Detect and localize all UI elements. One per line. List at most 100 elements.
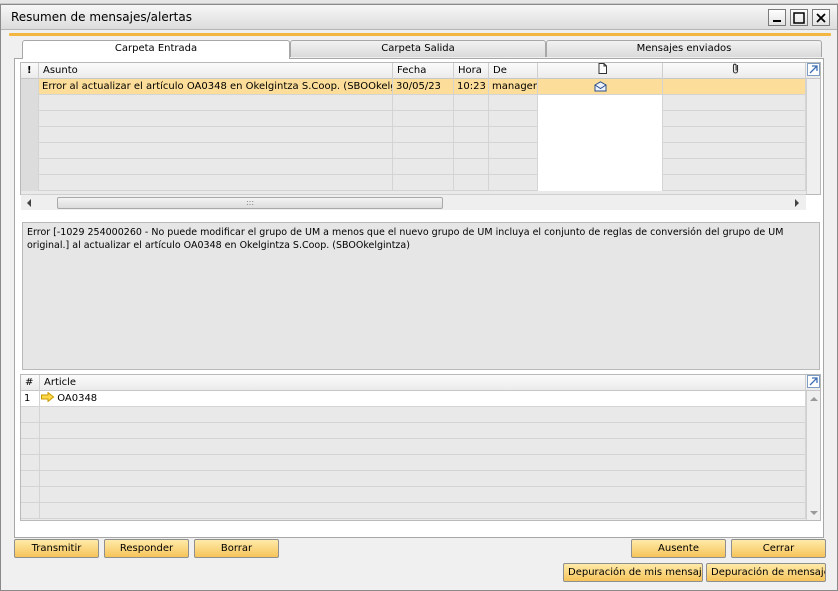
maximize-icon	[793, 11, 805, 24]
messages-horizontal-scrollbar[interactable]: :::	[21, 194, 806, 210]
column-index[interactable]: #	[21, 375, 40, 391]
empty-cell	[39, 111, 393, 127]
row-selector[interactable]	[21, 127, 39, 143]
purge-messages-button[interactable]: Depuración de mensajes/	[706, 563, 826, 582]
empty-cell	[538, 175, 663, 191]
empty-cell	[454, 111, 489, 127]
empty-cell	[538, 95, 663, 111]
column-attachment[interactable]	[663, 63, 806, 79]
scroll-left-icon[interactable]	[25, 198, 33, 208]
empty-cell	[21, 423, 40, 439]
row-selector[interactable]	[21, 143, 39, 159]
article-index: 1	[21, 391, 40, 407]
row-selector[interactable]	[21, 175, 39, 191]
column-hora[interactable]: Hora	[454, 63, 489, 79]
articles-vertical-scrollbar[interactable]	[806, 391, 820, 520]
maximize-button[interactable]	[790, 9, 808, 26]
empty-cell	[489, 95, 538, 111]
empty-cell	[21, 503, 40, 519]
tab-carpeta-entrada[interactable]: Carpeta Entrada	[22, 40, 290, 59]
empty-cell	[39, 143, 393, 159]
link-arrow-icon[interactable]	[41, 391, 55, 403]
expand-articles-button[interactable]	[806, 375, 820, 391]
column-de[interactable]: De	[489, 63, 538, 79]
scroll-right-icon[interactable]	[793, 198, 801, 208]
table-row[interactable]	[21, 503, 806, 519]
column-asunto[interactable]: Asunto	[39, 63, 393, 79]
delete-button[interactable]: Borrar	[194, 539, 279, 558]
messages-grid: ! Asunto Fecha Hora De Error al actualiz…	[20, 62, 821, 195]
empty-cell	[21, 487, 40, 503]
tab-mensajes-enviados[interactable]: Mensajes enviados	[546, 40, 822, 57]
empty-cell	[393, 95, 454, 111]
table-row[interactable]	[21, 111, 806, 127]
empty-cell	[663, 143, 806, 159]
window-title: Resumen de mensajes/alertas	[11, 10, 192, 24]
table-row[interactable]: Error al actualizar el artículo OA0348 e…	[21, 79, 806, 95]
empty-cell	[489, 127, 538, 143]
purge-my-messages-button[interactable]: Depuración de mis mensajes/a	[563, 563, 703, 582]
table-row[interactable]	[21, 487, 806, 503]
empty-cell	[538, 127, 663, 143]
reply-button[interactable]: Responder	[104, 539, 189, 558]
empty-cell	[393, 143, 454, 159]
empty-cell	[454, 127, 489, 143]
row-selector[interactable]	[21, 95, 39, 111]
message-text[interactable]: Error [-1029 254000260 - No puede modifi…	[22, 222, 820, 370]
table-row[interactable]	[21, 423, 806, 439]
column-read-status[interactable]	[538, 63, 663, 79]
table-row[interactable]	[21, 175, 806, 191]
table-row[interactable]	[21, 439, 806, 455]
row-selector[interactable]	[21, 159, 39, 175]
empty-cell	[393, 159, 454, 175]
close-button[interactable]: Cerrar	[731, 539, 826, 558]
empty-cell	[393, 111, 454, 127]
empty-cell	[663, 111, 806, 127]
messages-window: Resumen de mensajes/alertas Carpeta Entr…	[0, 4, 838, 591]
empty-cell	[454, 95, 489, 111]
empty-cell	[40, 423, 806, 439]
column-fecha[interactable]: Fecha	[393, 63, 454, 79]
empty-cell	[538, 159, 663, 175]
empty-cell	[40, 471, 806, 487]
empty-cell	[454, 143, 489, 159]
title-bar[interactable]: Resumen de mensajes/alertas	[1, 5, 837, 30]
message-time: 10:23	[454, 79, 489, 95]
messages-vertical-scrollbar[interactable]	[806, 79, 820, 194]
table-row[interactable]	[21, 95, 806, 111]
empty-cell	[21, 407, 40, 423]
table-row[interactable]: 1 OA0348	[21, 391, 806, 407]
empty-cell	[489, 143, 538, 159]
empty-cell	[39, 159, 393, 175]
scroll-thumb[interactable]: :::	[57, 197, 443, 209]
empty-cell	[393, 175, 454, 191]
scroll-down-icon[interactable]	[809, 509, 819, 517]
row-selector[interactable]	[21, 79, 39, 95]
close-window-button[interactable]	[812, 9, 830, 26]
empty-cell	[40, 503, 806, 519]
minimize-button[interactable]	[768, 9, 786, 26]
table-row[interactable]	[21, 143, 806, 159]
empty-cell	[40, 455, 806, 471]
table-row[interactable]	[21, 159, 806, 175]
empty-cell	[454, 175, 489, 191]
document-icon	[598, 63, 607, 74]
message-subject: Error al actualizar el artículo OA0348 e…	[39, 79, 393, 95]
table-row[interactable]	[21, 455, 806, 471]
column-priority[interactable]: !	[21, 63, 39, 79]
empty-cell	[39, 175, 393, 191]
empty-cell	[40, 407, 806, 423]
table-row[interactable]	[21, 127, 806, 143]
table-row[interactable]	[21, 407, 806, 423]
transmit-button[interactable]: Transmitir	[14, 539, 99, 558]
absent-button[interactable]: Ausente	[631, 539, 726, 558]
paperclip-icon	[732, 63, 739, 74]
table-row[interactable]	[21, 471, 806, 487]
empty-cell	[21, 439, 40, 455]
expand-grid-button[interactable]	[806, 63, 820, 79]
column-article[interactable]: Article	[40, 375, 806, 391]
tab-carpeta-salida[interactable]: Carpeta Salida	[290, 40, 546, 57]
scroll-up-icon[interactable]	[809, 395, 819, 403]
empty-cell	[393, 127, 454, 143]
row-selector[interactable]	[21, 111, 39, 127]
